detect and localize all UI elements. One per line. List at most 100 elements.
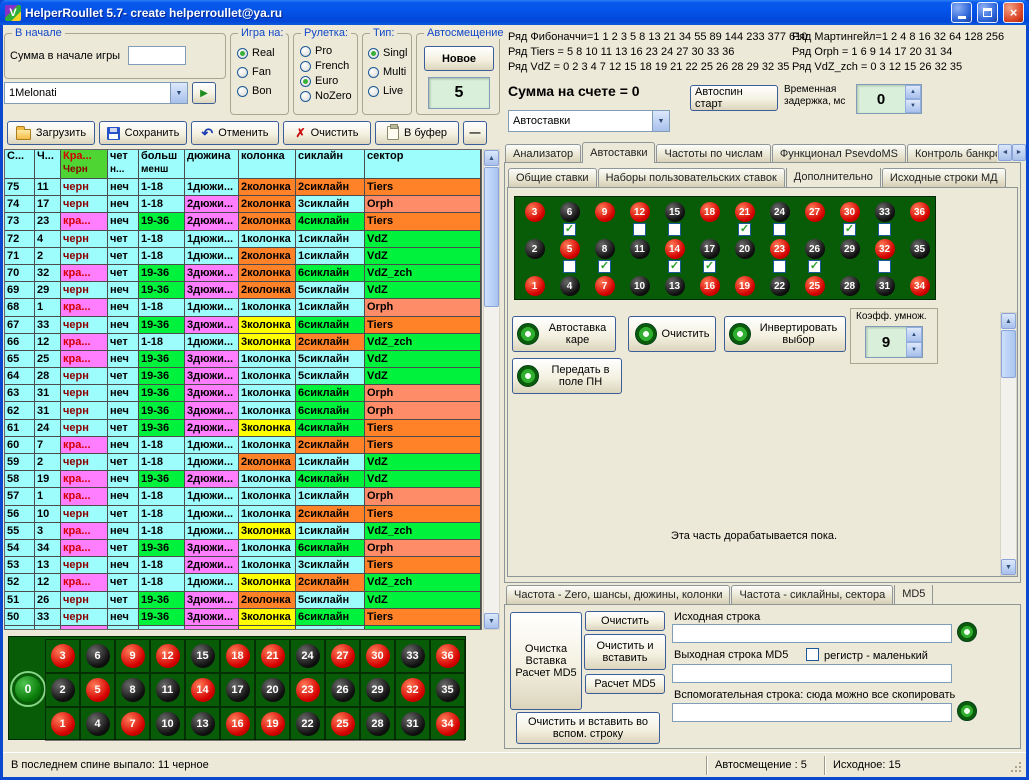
board-number-5[interactable]: 5 — [86, 678, 110, 702]
column-header[interactable]: четн... — [108, 150, 139, 179]
play-button[interactable]: ▶ — [192, 82, 216, 104]
board-number-1[interactable]: 1 — [51, 712, 75, 736]
board-number-12[interactable]: 12 — [156, 644, 180, 668]
board-number-29[interactable]: 29 — [840, 239, 860, 259]
board-number-31[interactable]: 31 — [401, 712, 425, 736]
tab-исходные-строки-мд[interactable]: Исходные строки МД — [882, 168, 1006, 187]
board-number-24[interactable]: 24 — [296, 644, 320, 668]
radio-euro[interactable]: Euro — [300, 75, 352, 87]
column-header[interactable]: Кра...Черн — [61, 150, 108, 179]
spin-row-60[interactable]: 607кра...неч1-181дюжи...1колонка2сиклайн… — [5, 437, 482, 454]
scrollbar-thumb[interactable] — [1001, 330, 1016, 378]
column-header[interactable]: сиклайн — [296, 150, 365, 179]
board-number-9[interactable]: 9 — [121, 644, 145, 668]
board-number-17[interactable]: 17 — [700, 239, 720, 259]
scroll-up-icon[interactable]: ▲ — [1001, 313, 1016, 329]
board-number-30[interactable]: 30 — [366, 644, 390, 668]
table-scrollbar[interactable]: ▲ ▼ — [483, 149, 500, 630]
tab-общие-ставки[interactable]: Общие ставки — [508, 168, 597, 187]
board-number-28[interactable]: 28 — [840, 276, 860, 296]
start-sum-input[interactable] — [128, 46, 186, 65]
register-checkbox[interactable] — [806, 648, 819, 661]
board-number-19[interactable]: 19 — [735, 276, 755, 296]
md5-aux-input[interactable] — [672, 703, 952, 722]
board-number-16[interactable]: 16 — [700, 276, 720, 296]
bet-checkbox[interactable] — [773, 223, 786, 236]
board-number-16[interactable]: 16 — [226, 712, 250, 736]
spin-row-74[interactable]: 7417черннеч1-182дюжи...2колонка3сиклайнO… — [5, 196, 482, 213]
board-number-34[interactable]: 34 — [910, 276, 930, 296]
profile-combobox[interactable]: 1Melonati ▼ — [4, 82, 188, 104]
bet-checkbox[interactable] — [563, 260, 576, 273]
board-number-14[interactable]: 14 — [191, 678, 215, 702]
spin-row-67[interactable]: 6733черннеч19-363дюжи...3колонка6сиклайн… — [5, 317, 482, 334]
clear-button[interactable]: ✗ Очистить — [283, 121, 371, 145]
board-number-19[interactable]: 19 — [261, 712, 285, 736]
board-number-30[interactable]: 30 — [840, 202, 860, 222]
bet-checkbox[interactable] — [633, 223, 646, 236]
board-number-2[interactable]: 2 — [51, 678, 75, 702]
panel-scrollbar[interactable]: ▲ ▼ — [1000, 312, 1017, 576]
scroll-down-icon[interactable]: ▼ — [484, 613, 499, 629]
board-number-10[interactable]: 10 — [630, 276, 650, 296]
board-number-15[interactable]: 15 — [191, 644, 215, 668]
bet-checkbox[interactable] — [878, 223, 891, 236]
collapse-button[interactable]: — — [463, 121, 487, 145]
resize-grip[interactable] — [1019, 770, 1021, 772]
bet-checkbox-checked[interactable]: ✓ — [563, 223, 576, 236]
autobet-kare-button[interactable]: Автоставка каре — [512, 316, 616, 352]
board-number-6[interactable]: 6 — [560, 202, 580, 222]
delay-spinner[interactable]: 0 ▲ ▼ — [856, 84, 922, 114]
spin-row-57[interactable]: 571кра...неч1-181дюжи...1колонка1сиклайн… — [5, 488, 482, 505]
spin-row-52[interactable]: 5212кра...чет1-181дюжи...3колонка2сиклай… — [5, 574, 482, 591]
column-header[interactable]: дюжина — [185, 150, 239, 179]
board-number-18[interactable]: 18 — [700, 202, 720, 222]
spin-row-63[interactable]: 6331черннеч19-363дюжи...1колонка6сиклайн… — [5, 385, 482, 402]
radio-fan[interactable]: Fan — [237, 66, 275, 78]
tab-частота-сиклайны-сектора[interactable]: Частота - сиклайны, сектора — [731, 585, 893, 604]
new-autoshift-button[interactable]: Новое — [424, 46, 494, 71]
spin-row-56[interactable]: 5610чернчет1-181дюжи...1колонка2сиклайнT… — [5, 506, 482, 523]
board-number-11[interactable]: 11 — [156, 678, 180, 702]
spin-row-70[interactable]: 7032кра...чет19-363дюжи...2колонка6сикла… — [5, 265, 482, 282]
board-number-33[interactable]: 33 — [875, 202, 895, 222]
board-number-23[interactable]: 23 — [770, 239, 790, 259]
column-header[interactable]: Ч... — [35, 150, 61, 179]
spin-row-66[interactable]: 6612кра...чет1-181дюжи...3колонка2сиклай… — [5, 334, 482, 351]
to-buffer-button[interactable]: В буфер — [375, 121, 459, 145]
spin-row-59[interactable]: 592чернчет1-181дюжи...2колонка1сиклайнVd… — [5, 454, 482, 471]
board-number-7[interactable]: 7 — [121, 712, 145, 736]
radio-nozero[interactable]: NoZero — [300, 90, 352, 102]
board-number-25[interactable]: 25 — [331, 712, 355, 736]
autobets-combobox[interactable]: Автоставки ▼ — [508, 110, 670, 132]
close-button[interactable]: × — [1003, 2, 1024, 23]
board-number-24[interactable]: 24 — [770, 202, 790, 222]
md5-source-input[interactable] — [672, 624, 952, 643]
spin-up-icon[interactable]: ▲ — [906, 327, 922, 342]
spin-row-50[interactable]: 5033черннеч19-363дюжи...3колонка6сиклайн… — [5, 609, 482, 626]
board-number-21[interactable]: 21 — [735, 202, 755, 222]
board-number-27[interactable]: 27 — [331, 644, 355, 668]
column-header[interactable]: С... — [5, 150, 35, 179]
board-number-20[interactable]: 20 — [261, 678, 285, 702]
minimize-button[interactable] — [951, 2, 972, 23]
board-number-1[interactable]: 1 — [525, 276, 545, 296]
md5-clear-paste-button[interactable]: Очистить и вставить — [584, 634, 666, 670]
board-number-18[interactable]: 18 — [226, 644, 250, 668]
board-number-32[interactable]: 32 — [401, 678, 425, 702]
tab-анализатор[interactable]: Анализатор — [505, 144, 581, 163]
board-number-11[interactable]: 11 — [630, 239, 650, 259]
load-button[interactable]: Загрузить — [7, 121, 95, 145]
radio-real[interactable]: Real — [237, 47, 275, 59]
md5-calc-button[interactable]: Расчет MD5 — [585, 674, 665, 694]
board-number-20[interactable]: 20 — [735, 239, 755, 259]
board-number-8[interactable]: 8 — [595, 239, 615, 259]
bet-checkbox-checked[interactable]: ✓ — [668, 260, 681, 273]
board-number-8[interactable]: 8 — [121, 678, 145, 702]
board-number-25[interactable]: 25 — [805, 276, 825, 296]
board-number-26[interactable]: 26 — [331, 678, 355, 702]
radio-singl[interactable]: Singl — [368, 47, 407, 59]
bet-checkbox[interactable] — [773, 260, 786, 273]
board-number-31[interactable]: 31 — [875, 276, 895, 296]
spin-row-58[interactable]: 5819кра...неч19-362дюжи...1колонка4сикла… — [5, 471, 482, 488]
